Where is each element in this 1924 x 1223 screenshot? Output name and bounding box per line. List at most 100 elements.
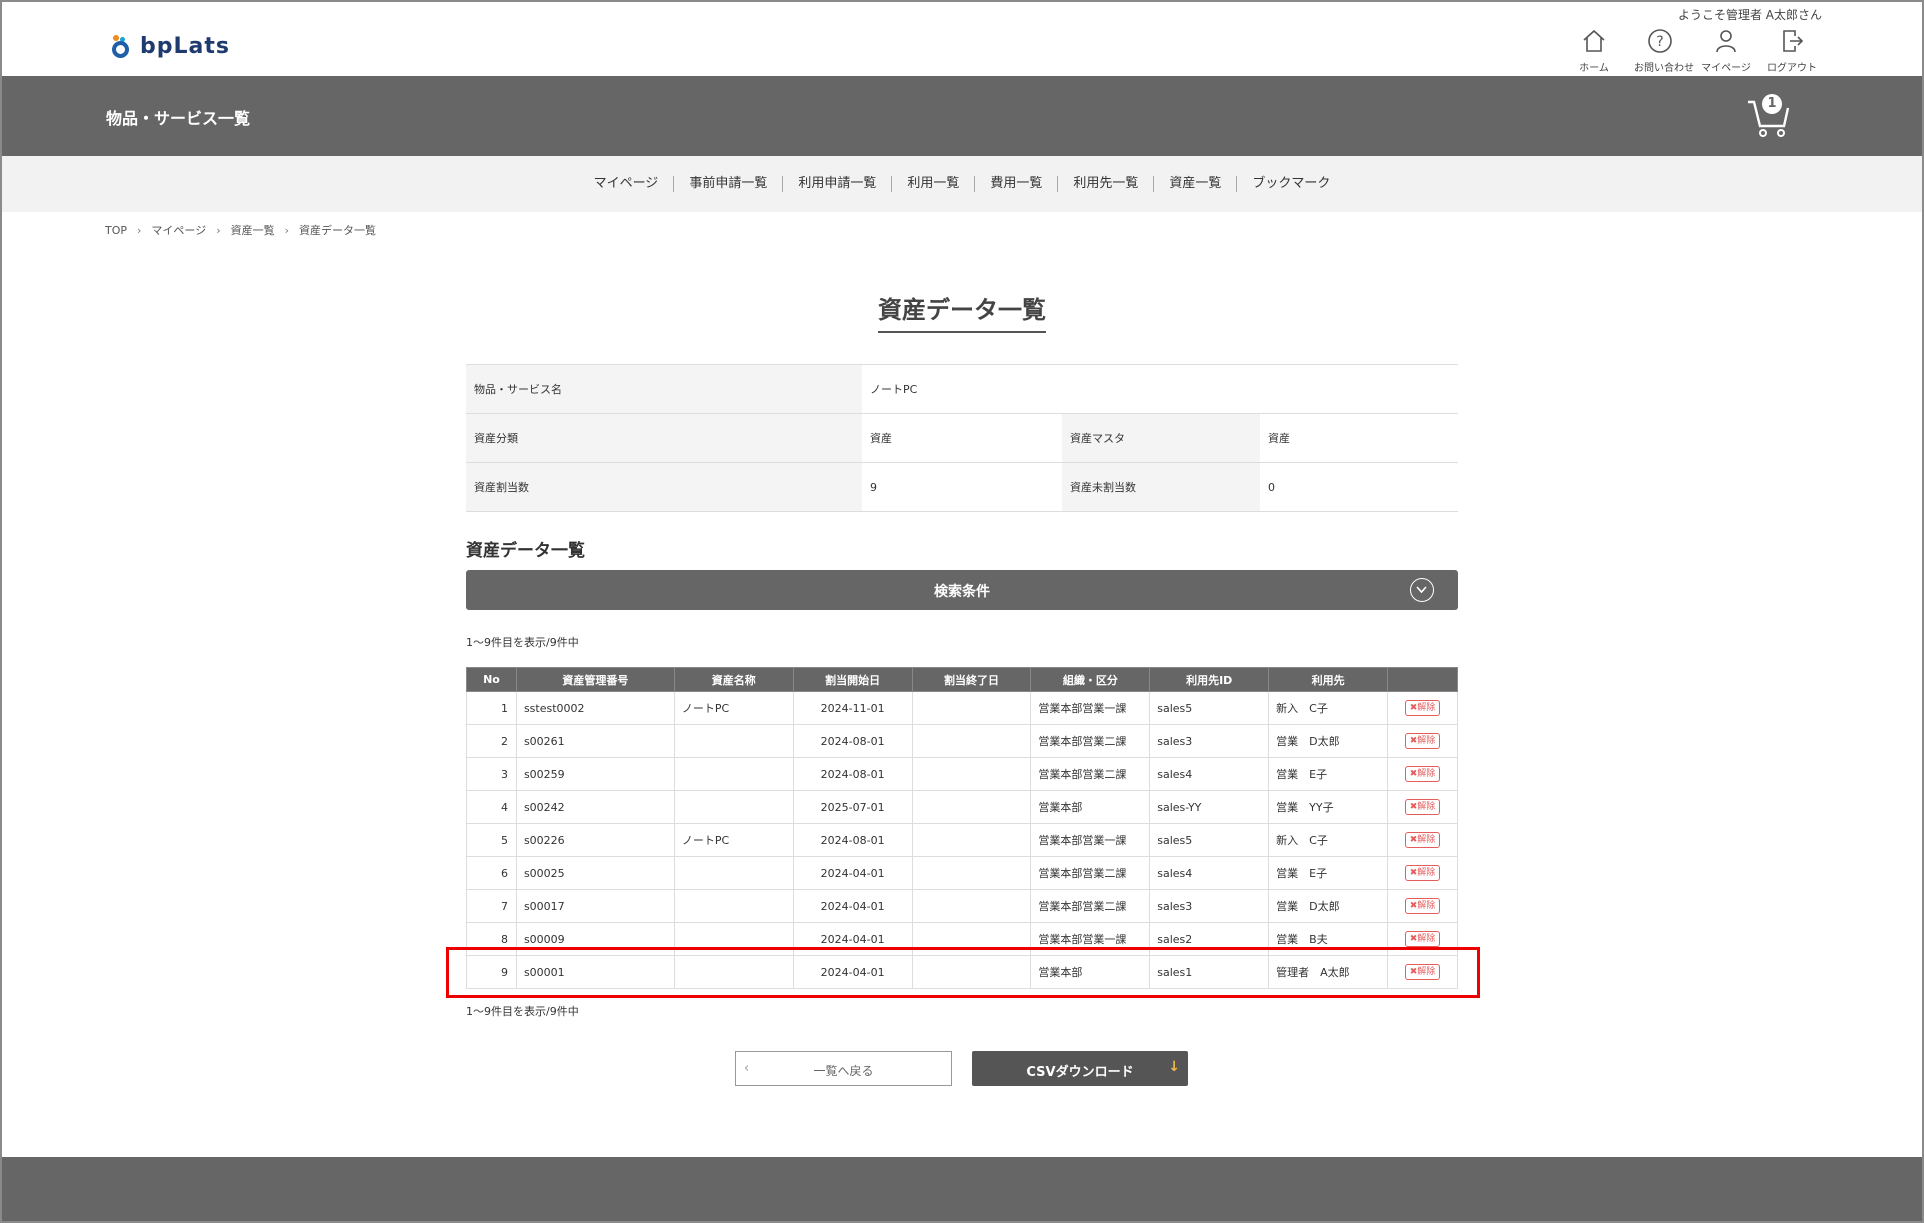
contact-link-label: お問い合わせ — [1634, 63, 1694, 74]
subnav-bookmark[interactable]: ブックマーク — [1236, 176, 1345, 192]
logo-mark-icon — [110, 34, 134, 59]
subnav-usage-list[interactable]: 利用一覧 — [891, 176, 974, 192]
table-cell — [911, 856, 1032, 890]
breadcrumb: TOP › マイページ › 資産一覧 › 資産データ一覧 — [105, 222, 376, 238]
col-header-no: No — [466, 667, 517, 692]
table-header-row: No 資産管理番号 資産名称 割当開始日 割当終了日 組織・区分 利用先ID 利… — [466, 667, 1458, 692]
title-bar: 物品・サービス一覧 1 — [2, 76, 1922, 156]
table-cell: s00009 — [515, 922, 675, 956]
table-cell: 営業本部営業二課 — [1030, 724, 1151, 758]
table-cell: 5 — [466, 823, 517, 857]
table-cell — [673, 724, 794, 758]
unassign-button[interactable]: ✖解除 — [1404, 931, 1441, 947]
table-cell-action: ✖解除 — [1387, 757, 1458, 791]
table-cell: sales1 — [1149, 955, 1270, 989]
table-cell: s00001 — [515, 955, 675, 989]
table-cell: 2024-08-01 — [792, 757, 913, 791]
user-icon — [1716, 30, 1736, 53]
table-cell: sales5 — [1149, 691, 1270, 725]
col-header-end-date: 割当終了日 — [911, 667, 1032, 692]
subnav-usage-application-list[interactable]: 利用申請一覧 — [782, 176, 891, 192]
table-cell: 2024-08-01 — [792, 724, 913, 758]
breadcrumb-mypage[interactable]: マイページ — [151, 222, 206, 238]
mypage-link[interactable]: マイページ — [1700, 28, 1752, 75]
table-cell: 営業本部 — [1030, 955, 1151, 989]
unassign-button[interactable]: ✖解除 — [1404, 733, 1441, 749]
back-to-list-button[interactable]: ‹ 一覧へ戻る — [735, 1051, 952, 1086]
assigned-count-value: 9 — [870, 480, 877, 494]
table-cell — [673, 955, 794, 989]
table-cell — [911, 691, 1032, 725]
subnav-cost-list[interactable]: 費用一覧 — [974, 176, 1057, 192]
unassign-button[interactable]: ✖解除 — [1404, 799, 1441, 815]
unassign-button[interactable]: ✖解除 — [1404, 766, 1441, 782]
page-title: 資産データ一覧 — [878, 290, 1046, 333]
logout-link[interactable]: ログアウト — [1766, 28, 1818, 75]
download-arrow-icon: ↓ — [1168, 1059, 1180, 1075]
subnav-user-list[interactable]: 利用先一覧 — [1057, 176, 1153, 192]
table-cell: 2024-04-01 — [792, 922, 913, 956]
table-cell: sales4 — [1149, 856, 1270, 890]
table-cell: 営業本部営業二課 — [1030, 856, 1151, 890]
home-link-label: ホーム — [1579, 63, 1609, 74]
table-cell: 3 — [466, 757, 517, 791]
table-cell: 管理者 A太郎 — [1268, 955, 1389, 989]
contact-link[interactable]: ? お問い合わせ — [1634, 28, 1694, 75]
subnav-pre-application-list[interactable]: 事前申請一覧 — [673, 176, 782, 192]
subnav-asset-list[interactable]: 資産一覧 — [1153, 176, 1236, 192]
table-cell: 営業本部営業一課 — [1030, 691, 1151, 725]
cart-count-badge: 1 — [1762, 94, 1782, 114]
header-nav: ホーム ? お問い合わせ マイページ ログアウト — [1568, 28, 1818, 75]
table-cell: 2024-04-01 — [792, 955, 913, 989]
info-row-product: 物品・サービス名 ノートPC — [466, 365, 1458, 414]
cart-button[interactable]: 1 — [1746, 94, 1792, 138]
unassign-button[interactable]: ✖解除 — [1404, 964, 1441, 980]
table-cell-action: ✖解除 — [1387, 790, 1458, 824]
table-row: 9 s00001 2024-04-01 営業本部 sales1 管理者 A太郎 ✖解除 — [466, 955, 1458, 989]
unassign-button[interactable]: ✖解除 — [1404, 700, 1441, 716]
table-cell-action: ✖解除 — [1387, 856, 1458, 890]
asset-info-table: 物品・サービス名 ノートPC 資産分類 資産 資産マスタ 資産 資産割当数 9 … — [466, 364, 1458, 512]
table-cell: 6 — [466, 856, 517, 890]
subnav-mypage[interactable]: マイページ — [579, 176, 674, 192]
table-cell — [911, 889, 1032, 923]
table-cell: 営業 B夫 — [1268, 922, 1389, 956]
table-cell: 営業本部営業一課 — [1030, 823, 1151, 857]
table-cell: 営業 D太郎 — [1268, 889, 1389, 923]
table-cell: 営業本部営業二課 — [1030, 889, 1151, 923]
table-cell-action: ✖解除 — [1387, 691, 1458, 725]
table-cell: 営業 E子 — [1268, 757, 1389, 791]
home-icon — [1583, 29, 1605, 52]
table-cell: 営業 D太郎 — [1268, 724, 1389, 758]
search-conditions-toggle[interactable]: 検索条件 — [466, 570, 1458, 610]
breadcrumb-separator-icon: › — [216, 223, 221, 237]
csv-download-label: CSVダウンロード — [1026, 1065, 1134, 1080]
section-header-title: 物品・サービス一覧 — [106, 109, 251, 128]
table-cell: 営業 E子 — [1268, 856, 1389, 890]
unassign-button[interactable]: ✖解除 — [1404, 865, 1441, 881]
table-row: 3 s00259 2024-08-01 営業本部営業二課 sales4 営業 E子 ✖解除 — [466, 757, 1458, 791]
assigned-count-label: 資産割当数 — [466, 463, 862, 511]
breadcrumb-asset-list[interactable]: 資産一覧 — [231, 222, 275, 238]
breadcrumb-top[interactable]: TOP — [105, 224, 127, 237]
bplats-logo[interactable]: bpLats — [110, 34, 230, 59]
csv-download-button[interactable]: CSVダウンロード ↓ — [972, 1051, 1188, 1086]
table-cell — [673, 757, 794, 791]
table-cell — [911, 724, 1032, 758]
table-cell: 営業 YY子 — [1268, 790, 1389, 824]
sub-navigation: マイページ 事前申請一覧 利用申請一覧 利用一覧 費用一覧 利用先一覧 資産一覧… — [2, 156, 1922, 212]
table-cell: sales3 — [1149, 724, 1270, 758]
info-row-category: 資産分類 資産 資産マスタ 資産 — [466, 414, 1458, 463]
product-name-label: 物品・サービス名 — [466, 365, 862, 413]
asset-category-label: 資産分類 — [466, 414, 862, 462]
table-cell-action: ✖解除 — [1387, 955, 1458, 989]
home-link[interactable]: ホーム — [1568, 28, 1620, 75]
table-cell: 1 — [466, 691, 517, 725]
unassign-button[interactable]: ✖解除 — [1404, 898, 1441, 914]
col-header-organization: 組織・区分 — [1030, 667, 1151, 692]
info-row-counts: 資産割当数 9 資産未割当数 0 — [466, 463, 1458, 512]
table-cell: 2025-07-01 — [792, 790, 913, 824]
table-cell — [911, 790, 1032, 824]
unassign-button[interactable]: ✖解除 — [1404, 832, 1441, 848]
table-cell: s00017 — [515, 889, 675, 923]
